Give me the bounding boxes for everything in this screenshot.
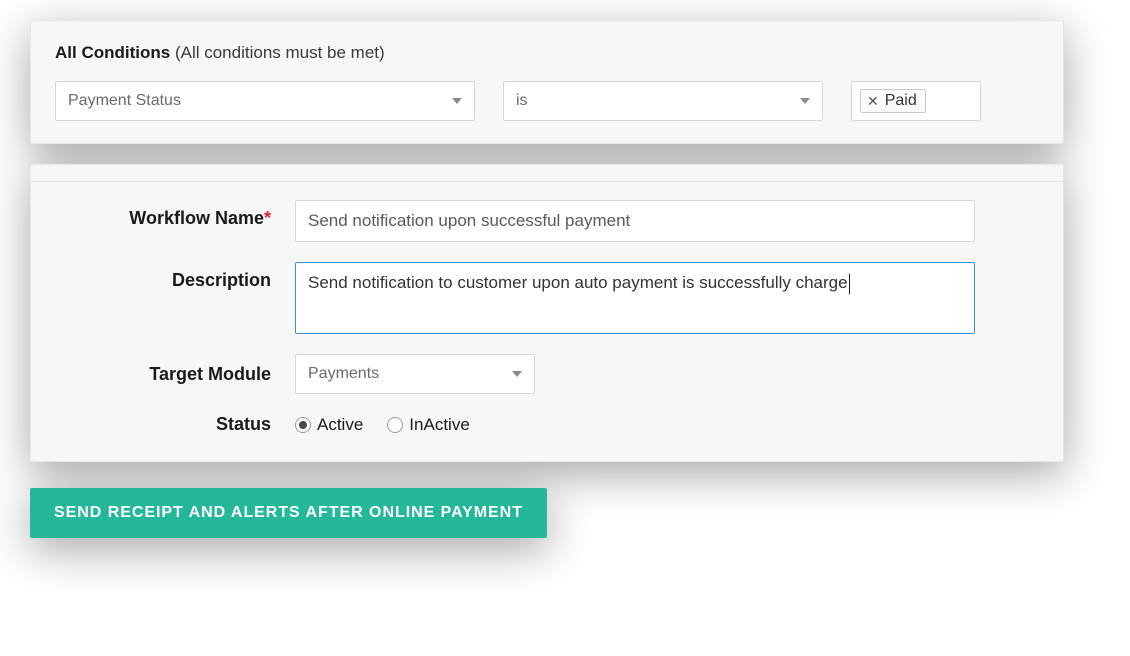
row-status: Status Active InActive [55, 414, 1039, 435]
description-label: Description [55, 262, 295, 291]
description-textarea[interactable]: Send notification to customer upon auto … [295, 262, 975, 334]
status-active-radio[interactable]: Active [295, 415, 363, 435]
radio-icon [295, 417, 311, 433]
required-marker: * [264, 208, 271, 228]
target-module-label: Target Module [55, 364, 295, 385]
value-chip-label: Paid [885, 92, 917, 110]
condition-field-value: Payment Status [68, 92, 181, 110]
condition-operator-select[interactable]: is [503, 81, 823, 121]
workflow-name-label: Workflow Name* [55, 200, 295, 229]
condition-operator-value: is [516, 92, 528, 110]
status-active-label: Active [317, 415, 363, 435]
row-workflow-name: Workflow Name* [55, 200, 1039, 242]
status-label: Status [55, 414, 295, 435]
target-module-value: Payments [308, 365, 379, 383]
row-target-module: Target Module Payments [55, 354, 1039, 394]
condition-value-input[interactable]: ✕ Paid [851, 81, 981, 121]
status-inactive-label: InActive [409, 415, 469, 435]
conditions-card: All Conditions (All conditions must be m… [30, 20, 1064, 144]
workflow-form-card: Workflow Name* Description Send notifica… [30, 164, 1064, 462]
conditions-heading: All Conditions (All conditions must be m… [55, 43, 1039, 63]
condition-row: Payment Status is ✕ Paid [55, 81, 1039, 121]
status-radio-group: Active InActive [295, 415, 470, 435]
status-inactive-radio[interactable]: InActive [387, 415, 469, 435]
send-receipt-button[interactable]: Send receipt and alerts after online pay… [30, 488, 547, 538]
condition-field-select[interactable]: Payment Status [55, 81, 475, 121]
conditions-heading-strong: All Conditions [55, 43, 170, 62]
workflow-name-input[interactable] [295, 200, 975, 242]
row-description: Description Send notification to custome… [55, 262, 1039, 334]
radio-icon [387, 417, 403, 433]
remove-chip-icon[interactable]: ✕ [867, 94, 879, 108]
conditions-heading-hint: (All conditions must be met) [170, 43, 384, 62]
divider [31, 181, 1063, 182]
value-chip[interactable]: ✕ Paid [860, 89, 926, 113]
chevron-down-icon [512, 371, 522, 377]
chevron-down-icon [452, 98, 462, 104]
chevron-down-icon [800, 98, 810, 104]
target-module-select[interactable]: Payments [295, 354, 535, 394]
